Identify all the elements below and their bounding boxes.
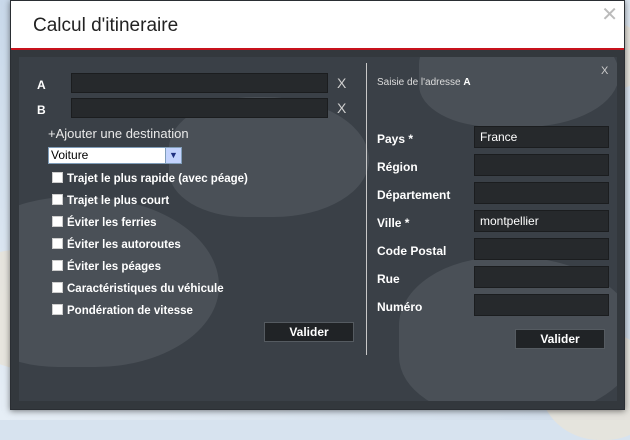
waypoint-a-label: A (37, 78, 46, 92)
checkbox[interactable] (52, 238, 63, 249)
number-label: Numéro (377, 300, 423, 314)
address-submit-button[interactable]: Valider (515, 329, 605, 349)
checkbox[interactable] (52, 260, 63, 271)
street-field[interactable] (474, 266, 609, 288)
dialog-titlebar: Calcul d'itineraire ✕ (11, 1, 624, 50)
region-label: Région (377, 160, 418, 174)
transport-mode-select[interactable]: Voiture ▼ (48, 147, 182, 164)
option-fastest[interactable]: Trajet le plus rapide (avec péage) (52, 172, 248, 185)
chevron-down-icon[interactable]: ▼ (165, 148, 181, 163)
transport-mode-value: Voiture (51, 148, 89, 162)
dialog-body: A X B X +Ajouter une destination Voiture… (19, 57, 617, 401)
street-label: Rue (377, 272, 400, 286)
waypoint-b-input[interactable] (71, 98, 328, 118)
country-label: Pays * (377, 132, 414, 146)
department-field[interactable] (474, 182, 609, 204)
checkbox[interactable] (52, 216, 63, 227)
close-address-icon[interactable]: X (601, 65, 608, 77)
route-dialog: Calcul d'itineraire ✕ A X B X +Ajouter u… (10, 0, 625, 410)
country-field[interactable]: France (474, 126, 609, 148)
add-destination-link[interactable]: +Ajouter une destination (48, 126, 189, 141)
route-submit-button[interactable]: Valider (264, 322, 354, 342)
checkbox[interactable] (52, 304, 63, 315)
department-label: Département (377, 188, 451, 202)
option-speed-weighting[interactable]: Pondération de vitesse (52, 304, 193, 317)
dialog-title: Calcul d'itineraire (33, 15, 179, 36)
clear-b-icon[interactable]: X (337, 100, 346, 116)
panel-divider (366, 63, 367, 355)
postal-code-field[interactable] (474, 238, 609, 260)
city-label: Ville * (377, 216, 410, 230)
option-avoid-ferries[interactable]: Éviter les ferries (52, 216, 157, 229)
option-shortest[interactable]: Trajet le plus court (52, 194, 169, 207)
option-avoid-highways[interactable]: Éviter les autoroutes (52, 238, 181, 251)
checkbox[interactable] (52, 194, 63, 205)
waypoint-b-label: B (37, 103, 46, 117)
clear-a-icon[interactable]: X (337, 75, 346, 91)
city-field[interactable]: montpellier (474, 210, 609, 232)
number-field[interactable] (474, 294, 609, 316)
address-heading: Saisie de l'adresse A (377, 77, 471, 88)
option-vehicle-characteristics[interactable]: Caractéristiques du véhicule (52, 282, 224, 295)
region-field[interactable] (474, 154, 609, 176)
checkbox[interactable] (52, 282, 63, 293)
option-avoid-tolls[interactable]: Éviter les péages (52, 260, 161, 273)
waypoint-a-input[interactable] (71, 73, 328, 93)
close-icon[interactable]: ✕ (601, 5, 618, 25)
postal-code-label: Code Postal (377, 244, 447, 258)
checkbox[interactable] (52, 172, 63, 183)
